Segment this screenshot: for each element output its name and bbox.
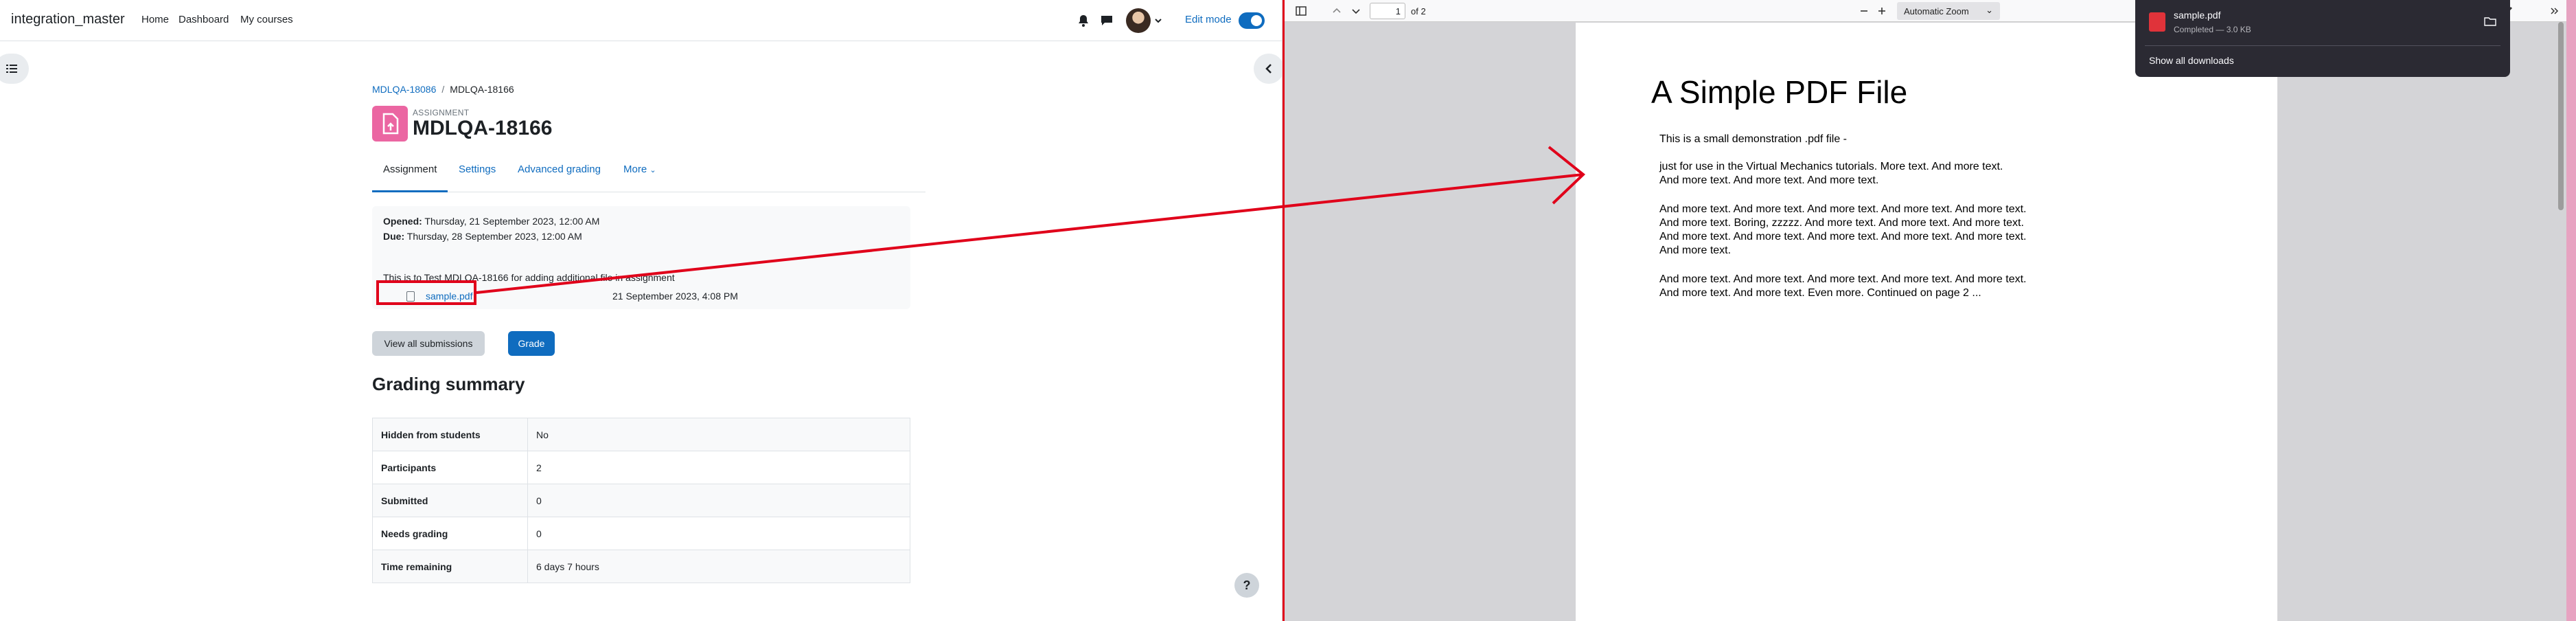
edit-mode-toggle[interactable] <box>1239 12 1265 29</box>
messages-icon[interactable] <box>1099 12 1115 29</box>
due-label: Due: <box>383 231 405 242</box>
chevron-left-icon <box>1265 64 1272 74</box>
tab-more[interactable]: More ⌄ <box>623 163 656 192</box>
row-value: 6 days 7 hours <box>527 550 910 583</box>
window-edge <box>2566 0 2576 621</box>
page-title: MDLQA-18166 <box>413 117 553 139</box>
opened-date: Opened: Thursday, 21 September 2023, 12:… <box>383 216 599 227</box>
edit-mode-label: Edit mode <box>1185 14 1232 25</box>
pdf-paragraph: just for use in the Virtual Mechanics tu… <box>1659 161 2003 186</box>
opened-label: Opened: <box>383 216 422 227</box>
pdf-paragraph: This is a small demonstration .pdf file … <box>1659 133 1847 145</box>
row-label: Submitted <box>372 484 528 517</box>
folder-icon[interactable] <box>2484 16 2496 26</box>
avatar[interactable] <box>1126 8 1151 33</box>
view-all-submissions-button[interactable]: View all submissions <box>372 331 485 356</box>
file-date: 21 September 2023, 4:08 PM <box>612 291 738 302</box>
chevron-down-icon: ⌄ <box>1986 5 1993 15</box>
download-status: Completed — 3.0 KB <box>2174 25 2251 34</box>
nav-my-courses[interactable]: My courses <box>240 14 293 25</box>
zoom-in-icon[interactable] <box>1875 4 1889 18</box>
zoom-out-icon[interactable] <box>1857 4 1871 18</box>
tools-chevron-icon[interactable] <box>2548 4 2562 18</box>
row-label: Needs grading <box>372 517 528 550</box>
nav-dashboard[interactable]: Dashboard <box>179 14 229 25</box>
row-label: Hidden from students <box>372 418 528 451</box>
nav-home[interactable]: Home <box>141 14 169 25</box>
course-index-button[interactable] <box>0 54 29 84</box>
row-label: Participants <box>372 451 528 484</box>
zoom-select-value: Automatic Zoom <box>1904 6 1969 16</box>
grading-summary-table: Hidden from students No Participants 2 Sub… <box>372 418 910 583</box>
row-value: No <box>527 418 910 451</box>
divider <box>2145 45 2500 46</box>
list-icon <box>6 65 17 73</box>
file-upload-icon <box>382 113 399 135</box>
breadcrumb-current: MDLQA-18166 <box>450 84 514 95</box>
scrollbar[interactable] <box>2558 22 2564 210</box>
breadcrumb: MDLQA-18086 / MDLQA-18166 <box>372 84 514 95</box>
pdf-page: A Simple PDF File This is a small demons… <box>1576 23 2277 621</box>
grading-summary-title: Grading summary <box>372 374 525 394</box>
sidebar-toggle-icon[interactable] <box>1294 4 1308 18</box>
download-file-name[interactable]: sample.pdf <box>2174 10 2220 21</box>
page-count: of 2 <box>1411 6 1426 16</box>
pdf-paragraph: And more text. And more text. And more t… <box>1659 273 2027 299</box>
downloads-panel: sample.pdf Completed — 3.0 KB Show all d… <box>2135 0 2510 77</box>
row-value: 0 <box>527 484 910 517</box>
help-button[interactable]: ? <box>1234 573 1259 598</box>
zoom-select[interactable]: Automatic Zoom ⌄ <box>1897 2 2000 20</box>
table-row: Needs grading 0 <box>372 517 910 550</box>
table-row: Participants 2 <box>372 451 910 484</box>
row-value: 0 <box>527 517 910 550</box>
next-page-icon[interactable] <box>1349 4 1363 18</box>
pdf-file-icon <box>2149 12 2165 32</box>
moodle-window: integration_master Home Dashboard My cou… <box>0 0 1283 621</box>
block-drawer-button[interactable] <box>1254 54 1282 84</box>
secondary-navigation: Assignment Settings Advanced grading Mor… <box>372 157 925 192</box>
row-label: Time remaining <box>372 550 528 583</box>
tab-more-label: More <box>623 163 647 175</box>
due-value: Thursday, 28 September 2023, 12:00 AM <box>404 231 582 242</box>
tab-assignment[interactable]: Assignment <box>372 163 448 192</box>
due-date: Due: Thursday, 28 September 2023, 12:00 … <box>383 231 582 242</box>
pdf-title: A Simple PDF File <box>1651 74 1908 110</box>
breadcrumb-separator: / <box>441 84 445 95</box>
assignment-icon <box>372 106 408 142</box>
grade-button[interactable]: Grade <box>508 331 555 356</box>
bell-icon[interactable] <box>1075 12 1092 29</box>
table-row: Time remaining 6 days 7 hours <box>372 550 910 583</box>
tab-advanced-grading[interactable]: Advanced grading <box>518 163 601 192</box>
opened-value: Thursday, 21 September 2023, 12:00 AM <box>422 216 600 227</box>
show-all-downloads-link[interactable]: Show all downloads <box>2149 55 2234 66</box>
tab-settings[interactable]: Settings <box>459 163 496 192</box>
chevron-down-icon: ⌄ <box>649 166 656 174</box>
pdf-viewer: 1 of 2 Automatic Zoom ⌄ A Simple PDF File… <box>1283 0 2576 621</box>
pdf-paragraph: And more text. And more text. And more t… <box>1659 203 2027 256</box>
table-row: Hidden from students No <box>372 418 910 451</box>
top-navbar: integration_master Home Dashboard My cou… <box>0 0 1282 41</box>
table-row: Submitted 0 <box>372 484 910 517</box>
breadcrumb-course[interactable]: MDLQA-18086 <box>372 84 436 95</box>
annotation-highlight-box <box>376 280 476 305</box>
page-number-input[interactable]: 1 <box>1370 3 1405 19</box>
previous-page-icon[interactable] <box>1330 4 1344 18</box>
site-name[interactable]: integration_master <box>11 12 125 27</box>
activity-type-label: ASSIGNMENT <box>413 108 470 117</box>
row-value: 2 <box>527 451 910 484</box>
chevron-down-icon[interactable] <box>1153 12 1163 29</box>
